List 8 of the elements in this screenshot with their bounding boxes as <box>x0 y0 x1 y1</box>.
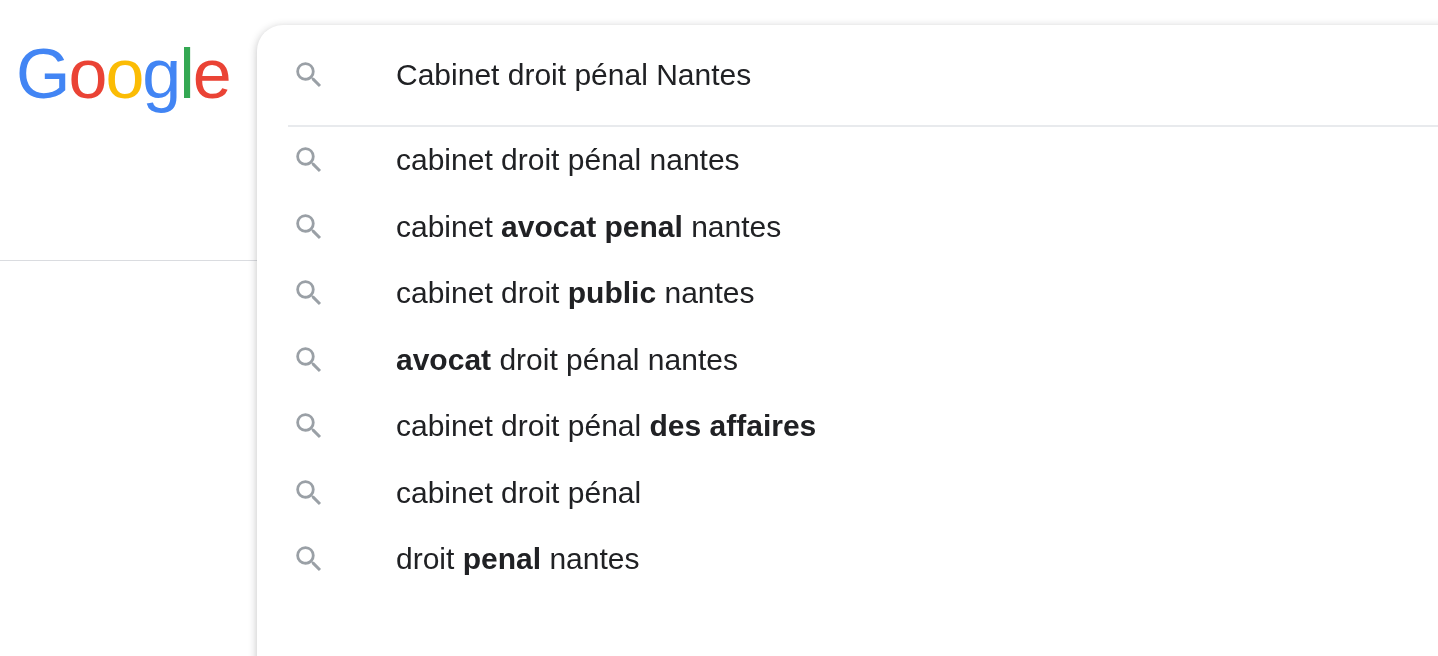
suggestion-item[interactable]: avocat droit pénal nantes <box>396 342 738 377</box>
suggestion-item[interactable]: cabinet droit pénal des affaires <box>396 409 817 444</box>
suggestion-item[interactable]: droit penal nantes <box>396 542 640 577</box>
search-field[interactable]: Cabinet droit pénal Nantes <box>396 58 1196 92</box>
suggestion-item[interactable]: cabinet droit pénal nantes <box>396 143 740 178</box>
suggestion-item[interactable]: cabinet droit pénal <box>396 475 642 510</box>
suggestion-item[interactable]: cabinet droit public nantes <box>396 276 755 311</box>
suggestion-item[interactable]: cabinet avocat penal nantes <box>396 209 782 244</box>
